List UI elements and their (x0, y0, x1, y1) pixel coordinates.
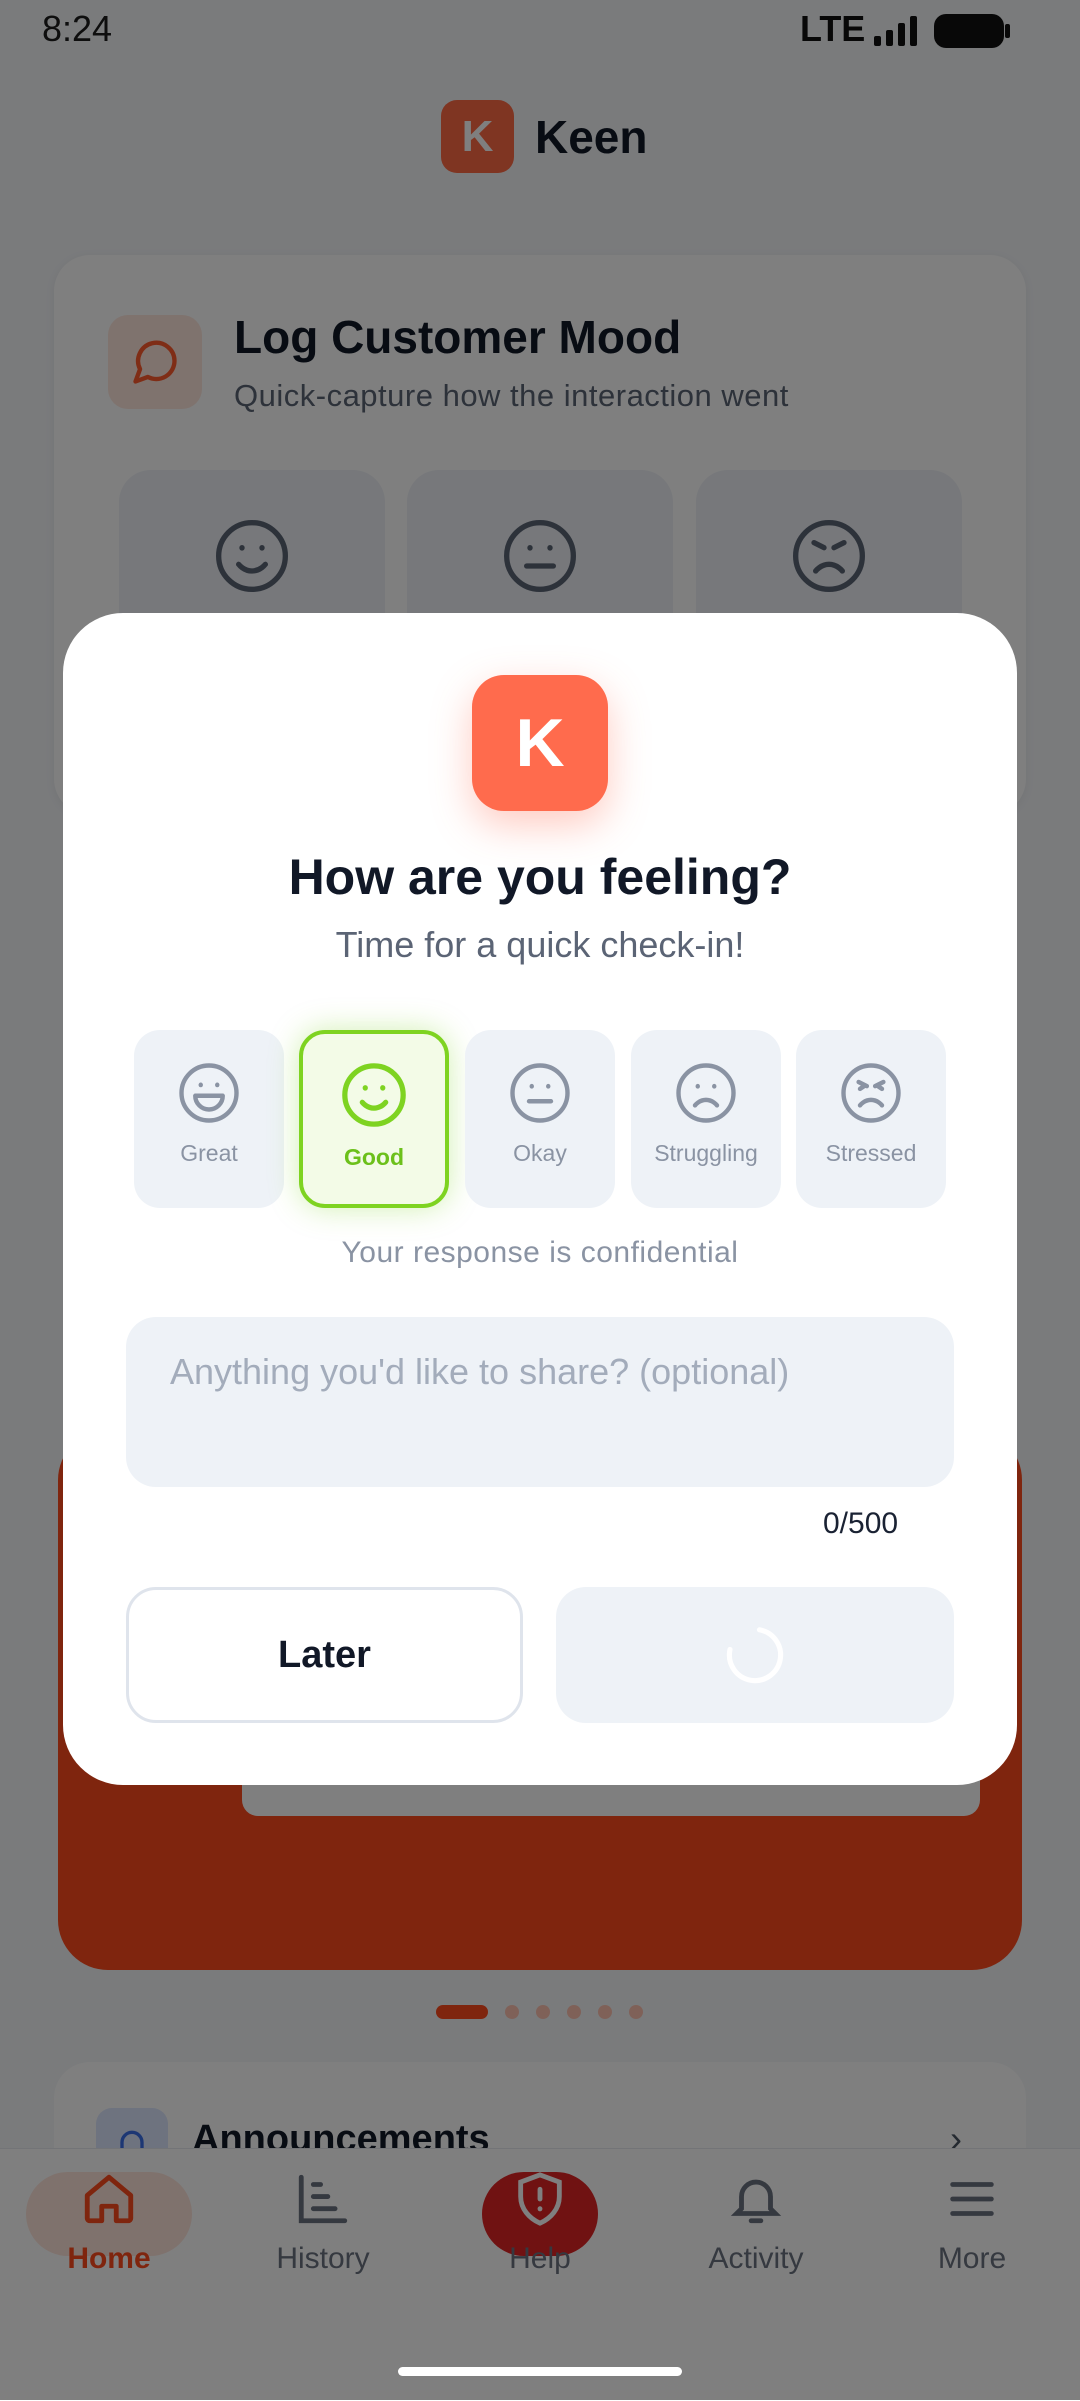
char-counter: 0/500 (823, 1507, 899, 1540)
submit-button[interactable] (556, 1587, 954, 1723)
mood-option-great[interactable]: Great (134, 1030, 284, 1208)
mood-label: Stressed (825, 1140, 917, 1166)
modal-logo: K (472, 675, 608, 811)
mood-option-good[interactable]: Good (299, 1030, 449, 1208)
home-indicator[interactable] (398, 2367, 682, 2376)
loading-spinner-icon (726, 1626, 784, 1684)
mood-option-struggling[interactable]: Struggling (631, 1030, 781, 1208)
grin-icon (179, 1063, 239, 1123)
mood-label: Okay (513, 1140, 567, 1166)
frown-icon (676, 1063, 736, 1123)
confidential-note: Your response is confidential (341, 1236, 739, 1269)
modal-subtitle: Time for a quick check-in! (335, 924, 745, 965)
smile-icon (342, 1063, 406, 1127)
mood-option-okay[interactable]: Okay (465, 1030, 615, 1208)
stressed-icon (841, 1063, 901, 1123)
mood-label: Great (180, 1140, 238, 1166)
mood-label: Struggling (654, 1140, 758, 1166)
later-button[interactable]: Later (126, 1587, 523, 1723)
mood-option-stressed[interactable]: Stressed (796, 1030, 946, 1208)
neutral-icon (510, 1063, 570, 1123)
share-note-input[interactable] (126, 1317, 954, 1487)
modal-title: How are you feeling? (288, 849, 792, 905)
mood-label: Good (343, 1144, 405, 1170)
